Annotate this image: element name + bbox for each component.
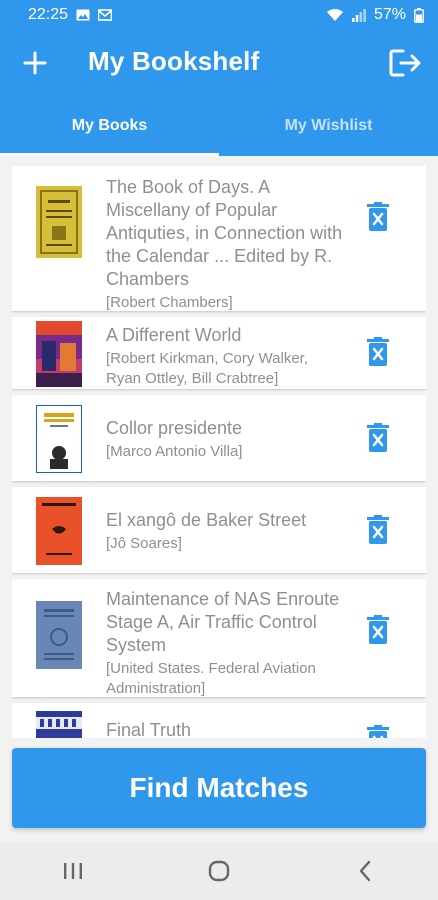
book-list-item[interactable]: The Book of Days. A Miscellany of Popula… [12,166,426,311]
book-title: El xangô de Baker Street [106,510,307,530]
recent-apps-icon [64,863,82,879]
book-list-item[interactable]: A Different World [Robert Kirkman, Cory … [12,317,426,389]
book-author: [Robert Kirkman, Cory Walker, Ryan Ottle… [106,350,308,387]
status-right: 57% [326,6,424,24]
delete-book-button[interactable] [366,725,390,738]
book-info: Collor presidente [Marco Antonio Villa] [106,417,346,462]
wifi-icon [326,8,344,22]
book-cover [36,405,82,473]
book-author: [Robert Chambers] [106,294,233,311]
delete-icon [367,337,389,366]
book-list-item[interactable]: El xangô de Baker Street [Jô Soares] [12,487,426,573]
back-button[interactable] [335,851,395,891]
app-bar: My Bookshelf [0,30,438,96]
tab-my-books[interactable]: My Books [0,96,219,156]
battery-icon [414,7,424,23]
status-bar: 22:25 57% [0,0,438,30]
find-matches-button[interactable]: Find Matches [12,748,426,828]
tab-my-wishlist[interactable]: My Wishlist [219,96,438,156]
delete-book-button[interactable] [366,423,390,453]
logout-button[interactable] [388,46,424,80]
book-info: Maintenance of NAS Enroute Stage A, Air … [106,588,346,699]
email-icon [98,9,113,21]
delete-icon [367,615,389,644]
back-icon [359,860,371,882]
delete-icon [367,515,389,544]
delete-icon [367,423,389,452]
book-info: Final Truth [106,719,346,738]
home-button[interactable] [189,851,249,891]
recent-apps-button[interactable] [43,851,103,891]
book-author: [Marco Antonio Villa] [106,443,243,460]
book-cover [36,186,82,258]
book-list-item[interactable]: Collor presidente [Marco Antonio Villa] [12,395,426,481]
book-title: Maintenance of NAS Enroute Stage A, Air … [106,589,340,655]
book-author: [United States. Federal Aviation Adminis… [106,660,316,697]
book-cover [36,321,82,387]
book-title: A Different World [106,325,242,345]
page-title: My Bookshelf [88,46,260,76]
delete-book-button[interactable] [366,337,390,367]
book-info: El xangô de Baker Street [Jô Soares] [106,509,346,554]
home-icon [208,860,230,882]
book-cover [36,711,82,738]
delete-book-button[interactable] [366,515,390,545]
delete-book-button[interactable] [366,202,390,232]
delete-book-button[interactable] [366,615,390,645]
logout-icon [389,49,421,77]
book-info: The Book of Days. A Miscellany of Popula… [106,176,346,313]
book-list-item[interactable]: Maintenance of NAS Enroute Stage A, Air … [12,579,426,697]
plus-icon [23,51,47,75]
signal-icon [351,8,366,22]
book-author: [Jô Soares] [106,535,182,552]
book-title: Collor presidente [106,418,243,438]
add-book-button[interactable] [20,48,50,78]
book-cover [36,601,82,669]
delete-icon [367,202,389,231]
tab-bar: My Books My Wishlist [0,96,438,156]
battery-percent: 57% [373,6,406,23]
book-title: Final Truth [106,720,192,738]
delete-icon [367,725,389,738]
book-cover [36,497,82,565]
system-nav-bar [0,842,438,900]
book-list[interactable]: The Book of Days. A Miscellany of Popula… [12,166,426,738]
image-icon [76,9,90,21]
status-left: 22:25 [28,6,113,24]
book-info: A Different World [Robert Kirkman, Cory … [106,324,346,389]
book-list-item[interactable]: Final Truth [12,703,426,738]
status-time: 22:25 [28,6,69,23]
book-title: The Book of Days. A Miscellany of Popula… [106,177,343,289]
